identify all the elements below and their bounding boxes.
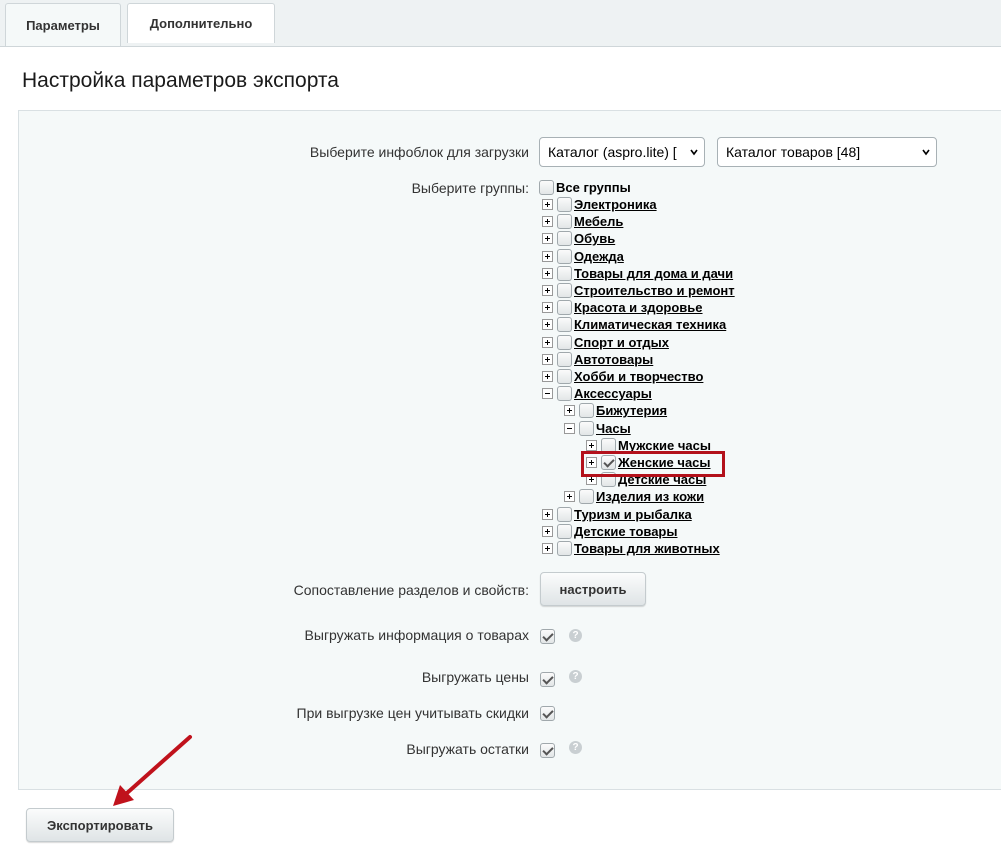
annotation-arrow	[113, 735, 192, 806]
annotation-arrow-line	[125, 735, 192, 795]
